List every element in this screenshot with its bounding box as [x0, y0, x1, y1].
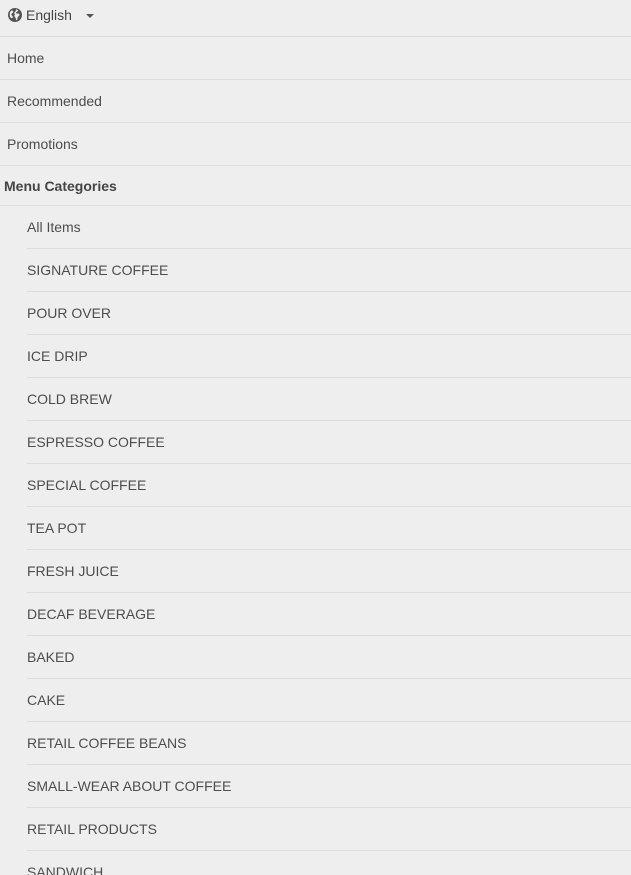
category-item-signature-coffee[interactable]: SIGNATURE COFFEE — [27, 249, 631, 292]
menu-categories-header: Menu Categories — [0, 166, 631, 206]
category-item-sandwich[interactable]: SANDWICH — [27, 851, 631, 875]
category-item-small-wear-about-coffee[interactable]: SMALL-WEAR ABOUT COFFEE — [27, 765, 631, 808]
category-item-cake[interactable]: CAKE — [27, 679, 631, 722]
category-item-all-items[interactable]: All Items — [27, 206, 631, 249]
language-selector-row: English — [0, 0, 631, 37]
nav-item-recommended[interactable]: Recommended — [0, 80, 631, 123]
globe-icon — [7, 7, 23, 23]
language-label: English — [26, 6, 72, 23]
category-list: All Items SIGNATURE COFFEE POUR OVER ICE… — [27, 206, 631, 875]
category-item-decaf-beverage[interactable]: DECAF BEVERAGE — [27, 593, 631, 636]
category-item-cold-brew[interactable]: COLD BREW — [27, 378, 631, 421]
side-menu: English Home Recommended Promotions Menu… — [0, 0, 631, 875]
category-item-tea-pot[interactable]: TEA POT — [27, 507, 631, 550]
category-item-baked[interactable]: BAKED — [27, 636, 631, 679]
language-selector[interactable]: English — [7, 3, 94, 27]
category-item-ice-drip[interactable]: ICE DRIP — [27, 335, 631, 378]
category-item-retail-coffee-beans[interactable]: RETAIL COFFEE BEANS — [27, 722, 631, 765]
category-item-pour-over[interactable]: POUR OVER — [27, 292, 631, 335]
category-item-retail-products[interactable]: RETAIL PRODUCTS — [27, 808, 631, 851]
nav-item-promotions[interactable]: Promotions — [0, 123, 631, 166]
nav-item-home[interactable]: Home — [0, 37, 631, 80]
category-item-special-coffee[interactable]: SPECIAL COFFEE — [27, 464, 631, 507]
caret-down-icon — [85, 13, 94, 18]
category-item-fresh-juice[interactable]: FRESH JUICE — [27, 550, 631, 593]
category-item-espresso-coffee[interactable]: ESPRESSO COFFEE — [27, 421, 631, 464]
